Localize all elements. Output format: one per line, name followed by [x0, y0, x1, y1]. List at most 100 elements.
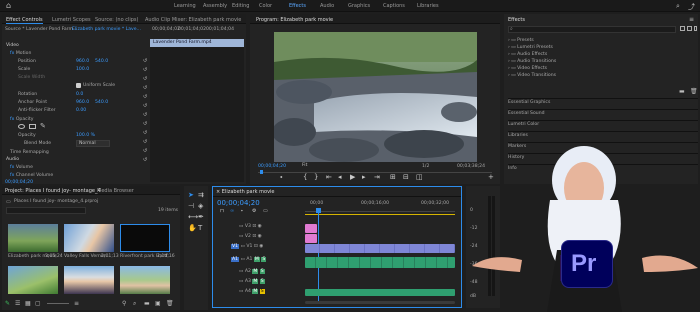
yuv-filter-icon[interactable] [694, 26, 697, 31]
new-bin-icon[interactable]: ▬ [144, 300, 150, 307]
find-icon[interactable]: ⌕ [133, 300, 136, 308]
blend-mode-select[interactable]: Normal [76, 140, 110, 147]
workspace-color[interactable]: Color [259, 3, 272, 9]
source-clip-selector[interactable]: Source * Lavender Pond Farm... [5, 27, 77, 32]
new-item-icon[interactable]: ▣ [155, 300, 161, 307]
project-thumb[interactable] [64, 224, 114, 252]
share-icon[interactable]: ⤴ [688, 2, 695, 12]
effects-folder[interactable]: › ▭ Presets [508, 38, 534, 43]
tab-audio-clip-mixer[interactable]: Audio Clip Mixer: Elizabeth park movie [145, 17, 241, 23]
panel-essential-sound[interactable]: Essential Sound [508, 109, 698, 116]
motion-label[interactable]: fx Motion [10, 51, 31, 56]
reset-icon[interactable]: ↺ [143, 85, 148, 91]
zoom-scroll-bar[interactable] [305, 301, 455, 304]
audio-clip[interactable] [305, 257, 455, 268]
32bit-filter-icon[interactable] [687, 26, 692, 31]
reset-icon[interactable]: ↺ [143, 121, 148, 127]
panel-libraries[interactable]: Libraries [508, 131, 698, 138]
effects-folder[interactable]: › ▭ Lumetri Presets [508, 45, 553, 50]
effects-folder[interactable]: › ▭ Video Effects [508, 66, 547, 71]
project-thumb[interactable] [120, 224, 170, 252]
list-view-icon[interactable]: ☰ [15, 300, 20, 307]
razor-tool-icon[interactable]: ◈ [198, 203, 203, 210]
rectangle-mask-icon[interactable] [29, 124, 36, 129]
audio-clip[interactable] [305, 289, 455, 296]
pencil-icon[interactable]: ✎ [5, 300, 10, 307]
tab-lumetri-scopes[interactable]: Lumetri Scopes [52, 17, 91, 23]
track-select-icon[interactable]: ⇉ [198, 192, 204, 199]
program-timecode[interactable]: 00;00;04;20 [258, 164, 286, 169]
settings-icon[interactable]: ⚙ [252, 208, 256, 215]
timeline-tab[interactable]: × Elizabeth park movie [216, 189, 275, 195]
reset-icon[interactable]: ↺ [143, 76, 148, 82]
anchor-y-value[interactable]: 540.0 [95, 100, 108, 105]
video-clip[interactable] [305, 234, 317, 243]
captions-icon[interactable]: ▭ [263, 208, 268, 215]
mark-in-icon[interactable]: { [303, 174, 307, 181]
effects-search-input[interactable] [508, 26, 676, 33]
effects-folder[interactable]: › ▭ Audio Effects [508, 52, 547, 57]
volume-label[interactable]: fx Volume [10, 165, 33, 170]
video-clip[interactable] [305, 224, 317, 233]
tab-effect-controls[interactable]: Effect Controls [6, 17, 43, 24]
tab-source[interactable]: Source: (no clips) [95, 17, 138, 23]
sequence-clip-selector[interactable]: Elizabeth park movie * Lave... [72, 27, 141, 32]
position-y-value[interactable]: 540.0 [95, 59, 108, 64]
track-header-a2[interactable]: ▭ A2 M S [239, 269, 265, 274]
scale-value[interactable]: 100.0 [76, 67, 89, 72]
track-header-v1[interactable]: V1 ▭ V1 ⊡ ◉ [231, 244, 263, 249]
playhead-handle[interactable] [316, 208, 321, 213]
step-forward-icon[interactable]: ▸ [362, 174, 366, 181]
time-ruler[interactable] [305, 207, 455, 212]
search-icon[interactable]: ⌕ [676, 2, 680, 11]
workspace-captions[interactable]: Captions [383, 3, 405, 9]
add-marker-icon[interactable]: ⬩ [280, 174, 283, 181]
timeline-timecode[interactable]: 00;00;04;20 [217, 199, 260, 207]
reset-icon[interactable]: ↺ [143, 103, 148, 109]
time-remapping-label[interactable]: Time Remapping [10, 150, 49, 155]
effects-folder[interactable]: › ▭ Audio Transitions [508, 59, 556, 64]
pen-tool-icon[interactable]: ✒ [198, 214, 204, 221]
new-bin-icon[interactable]: ▬ [679, 88, 685, 95]
workspace-effects[interactable]: Effects [289, 3, 306, 9]
lift-icon[interactable]: ⊞ [390, 174, 396, 181]
pen-mask-icon[interactable]: ✎ [40, 122, 46, 130]
work-area-bar[interactable] [305, 214, 455, 215]
anchor-x-value[interactable]: 960.0 [76, 100, 89, 105]
workspace-learning[interactable]: Learning [174, 3, 196, 9]
project-thumb[interactable] [64, 266, 114, 294]
freeform-view-icon[interactable]: ▢ [35, 300, 41, 307]
tab-media-browser[interactable]: Media Browser [97, 188, 134, 194]
mark-out-icon[interactable]: } [314, 174, 318, 181]
home-icon[interactable]: ⌂ [6, 2, 14, 10]
automate-icon[interactable]: ⚲ [122, 300, 126, 307]
reset-icon[interactable]: ↺ [143, 157, 148, 163]
add-marker-icon[interactable]: ⬩ [241, 208, 243, 215]
go-to-in-icon[interactable]: ⇤ [326, 174, 332, 181]
step-back-icon[interactable]: ◂ [338, 174, 342, 181]
hand-tool-icon[interactable]: ✋ [188, 225, 197, 232]
reset-icon[interactable]: ↺ [143, 94, 148, 100]
quality-select[interactable]: 1/2 [422, 164, 429, 169]
workspace-editing[interactable]: Editing [232, 3, 249, 9]
workspace-libraries[interactable]: Libraries [417, 3, 439, 9]
reset-icon[interactable]: ↺ [143, 58, 148, 64]
zoom-slider[interactable] [47, 303, 69, 304]
snap-icon[interactable]: ⊓ [220, 208, 224, 215]
effects-folder[interactable]: › ▭ Video Transitions [508, 73, 556, 78]
delete-icon[interactable]: 🗑 [166, 300, 174, 307]
track-header-v3[interactable]: ▭ V3 ⊡ ◉ [239, 224, 262, 229]
menu-icon[interactable]: ≡ [689, 16, 694, 23]
reset-icon[interactable]: ↺ [143, 139, 148, 145]
accelerated-filter-icon[interactable] [680, 26, 685, 31]
track-header-a3[interactable]: ▭ A3 M S [239, 279, 265, 284]
project-thumb[interactable] [8, 224, 58, 252]
go-to-out-icon[interactable]: ⇥ [374, 174, 380, 181]
slip-tool-icon[interactable]: ⟷ [188, 214, 198, 221]
workspace-assembly[interactable]: Assembly [203, 3, 227, 9]
ec-clip-bar[interactable]: Lavender Pond Farm.mp4 [150, 39, 244, 47]
panel-lumetri-color[interactable]: Lumetri Color [508, 120, 698, 127]
reset-icon[interactable]: ↺ [143, 67, 148, 73]
reset-icon[interactable]: ↺ [143, 130, 148, 136]
track-header-a4[interactable]: ▭ A4 M S [239, 289, 265, 294]
